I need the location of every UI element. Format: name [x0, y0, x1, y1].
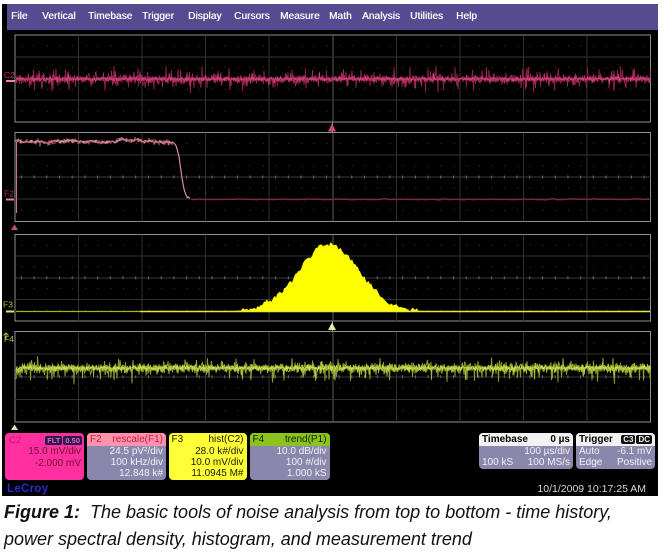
svg-text:F3: F3	[3, 300, 13, 310]
svg-text:C2: C2	[4, 70, 15, 80]
svg-text:F2: F2	[4, 189, 14, 199]
